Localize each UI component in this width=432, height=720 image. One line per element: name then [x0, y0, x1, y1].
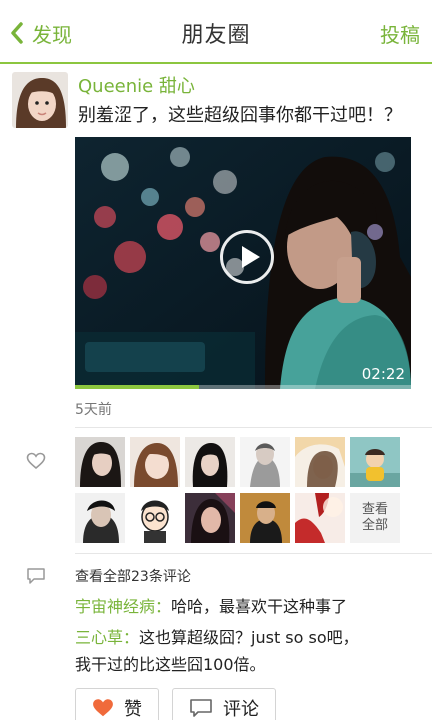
divider — [75, 553, 432, 554]
comment-text-continued: 我干过的比这些囧100倍。 — [75, 655, 266, 674]
liker-avatar[interactable] — [130, 437, 180, 487]
view-all-likers-label-line1: 查看 — [361, 502, 388, 517]
like-button-label: 赞 — [124, 699, 142, 720]
liker-avatar[interactable] — [130, 493, 180, 543]
comment-text: 这也算超级囧？just so so吧， — [139, 628, 359, 647]
liker-avatar[interactable] — [295, 493, 345, 543]
navigation-bar: 发现 朋友圈 投稿 — [0, 0, 432, 64]
view-all-likers-button[interactable]: 查看 全部 — [350, 493, 400, 543]
liker-avatar[interactable] — [75, 493, 125, 543]
heart-outline-icon — [26, 452, 46, 470]
video-progress-fill — [75, 385, 200, 389]
video-duration: 02:22 — [361, 365, 405, 383]
comment-button[interactable]: 评论 — [172, 688, 276, 720]
play-icon[interactable] — [220, 230, 274, 284]
author-name[interactable]: Queenie 甜心 — [78, 72, 195, 98]
comment-bubble-icon — [190, 699, 212, 717]
comment-item: 三心草：这也算超级囧？just so so吧， 我干过的比这些囧100倍。 — [75, 624, 415, 678]
comment-author[interactable]: 三心草： — [75, 628, 139, 647]
liker-avatar[interactable] — [240, 437, 290, 487]
comment-button-label: 评论 — [223, 699, 259, 720]
heart-filled-icon — [93, 699, 113, 717]
submit-post-button[interactable]: 投稿 — [380, 19, 420, 48]
liker-avatar[interactable] — [185, 437, 235, 487]
comment-item: 宇宙神经病：哈哈，最喜欢干这种事了 — [75, 593, 415, 620]
post-timestamp: 5天前 — [75, 402, 112, 418]
liker-avatar[interactable] — [240, 493, 290, 543]
liker-avatar[interactable] — [295, 437, 345, 487]
comment-author[interactable]: 宇宙神经病： — [75, 597, 171, 616]
comment-icon — [27, 568, 45, 584]
comment-text: 哈哈，最喜欢干这种事了 — [171, 597, 348, 616]
view-all-likers-label-line2: 全部 — [361, 518, 388, 533]
liker-avatar[interactable] — [350, 437, 400, 487]
liker-avatar[interactable] — [185, 493, 235, 543]
divider — [75, 427, 432, 428]
like-button[interactable]: 赞 — [75, 688, 159, 720]
video-progress-bar[interactable] — [75, 385, 411, 389]
view-all-comments-link[interactable]: 查看全部23条评论 — [75, 566, 191, 586]
page-title: 朋友圈 — [181, 23, 251, 48]
video-player[interactable]: 02:22 — [75, 137, 411, 389]
post-text: 别羞涩了，这些超级囧事你都干过吧！？ — [78, 105, 402, 126]
author-avatar[interactable] — [12, 72, 68, 128]
liker-avatar[interactable] — [75, 437, 125, 487]
